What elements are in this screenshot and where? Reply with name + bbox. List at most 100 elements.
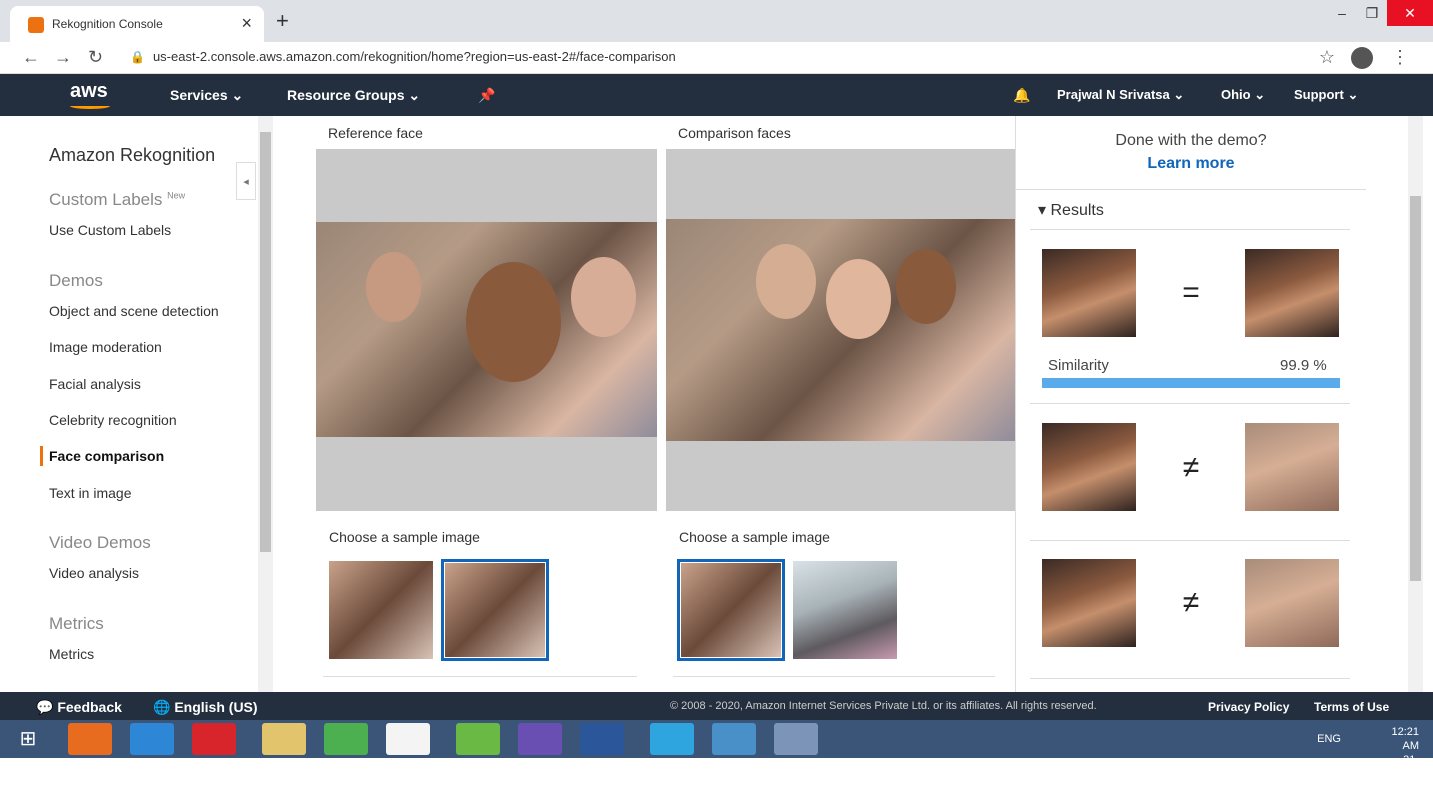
choose-sample-right-label: Choose a sample image — [679, 529, 830, 545]
comparison-faces-label: Comparison faces — [678, 125, 791, 141]
pin-icon[interactable]: 📌 — [478, 87, 495, 104]
result-reference-face — [1042, 249, 1136, 337]
similarity-value: 99.9 % — [1280, 357, 1327, 374]
comparison-image-panel[interactable] — [666, 149, 1015, 511]
result-nonmatch-face — [1245, 559, 1339, 647]
clock[interactable]: 12:21 AM 31-03-2020 — [1391, 725, 1419, 795]
bell-icon[interactable]: 🔔 — [1013, 87, 1030, 104]
utorrent-icon[interactable] — [456, 723, 500, 755]
restore-icon[interactable]: ❐ — [1357, 0, 1387, 26]
reference-photo — [316, 222, 657, 437]
reference-image-panel[interactable] — [316, 149, 657, 511]
resource-groups-menu[interactable]: Resource Groups ⌄ — [287, 87, 420, 104]
file-explorer-icon[interactable] — [262, 723, 306, 755]
sidebar-item-facial-analysis[interactable]: Facial analysis — [49, 376, 141, 392]
ie-icon[interactable] — [130, 723, 174, 755]
language-indicator[interactable]: ENG — [1317, 733, 1341, 745]
custom-labels-text: Custom Labels — [49, 190, 163, 209]
sidebar-item-face-comparison[interactable]: Face comparison — [49, 448, 164, 464]
windows-start-icon[interactable]: ⊞ — [6, 723, 50, 755]
bookmark-star-icon[interactable]: ☆ — [1319, 47, 1335, 68]
result-match-face — [1245, 249, 1339, 337]
results-pane: Done with the demo? Learn more ▾ Results… — [1015, 116, 1366, 692]
aws-top-nav: aws Services ⌄ Resource Groups ⌄ 📌 🔔 Pra… — [0, 74, 1433, 116]
main-scroll-thumb[interactable] — [1410, 196, 1421, 581]
main-scrollbar[interactable] — [1408, 116, 1423, 692]
sidebar-item-object-scene[interactable]: Object and scene detection — [49, 303, 219, 319]
support-label: Support — [1294, 87, 1344, 102]
sidebar-scroll-thumb[interactable] — [260, 132, 271, 552]
new-badge: New — [167, 190, 186, 201]
opera-icon[interactable] — [192, 723, 236, 755]
resource-groups-label: Resource Groups — [287, 87, 405, 103]
divider — [323, 676, 637, 677]
word-icon[interactable] — [580, 723, 624, 755]
learn-more-link[interactable]: Learn more — [1016, 155, 1366, 173]
sync-app-icon[interactable] — [712, 723, 756, 755]
browser-tab[interactable]: Rekognition Console × — [10, 6, 264, 42]
sample-image-ref-2[interactable] — [441, 559, 549, 661]
window-controls: – ❐ ✕ — [1327, 0, 1433, 30]
feedback-label: Feedback — [57, 699, 122, 715]
language-label: English (US) — [174, 699, 258, 715]
tab-title: Rekognition Console — [52, 17, 163, 31]
sidebar-item-use-custom-labels[interactable]: Use Custom Labels — [49, 222, 171, 238]
collapse-sidebar-button[interactable]: ◂ — [236, 162, 256, 200]
video-demos-heading: Video Demos — [49, 533, 151, 552]
region-menu[interactable]: Ohio ⌄ — [1221, 87, 1265, 103]
face-shape — [571, 257, 636, 337]
support-menu[interactable]: Support ⌄ — [1294, 87, 1358, 103]
language-selector[interactable]: 🌐 English (US) — [153, 699, 258, 716]
aws-logo[interactable]: aws — [70, 80, 110, 109]
sidebar-item-text-in-image[interactable]: Text in image — [49, 485, 131, 501]
profile-avatar[interactable] — [1351, 47, 1373, 69]
console-footer: 💬 Feedback 🌐 English (US) © 2008 - 2020,… — [0, 692, 1433, 720]
close-tab-icon[interactable]: × — [241, 13, 252, 34]
sidebar-item-image-moderation[interactable]: Image moderation — [49, 339, 162, 355]
privacy-policy-link[interactable]: Privacy Policy — [1208, 700, 1289, 714]
reload-icon[interactable]: ↻ — [88, 47, 103, 68]
sample-image-cmp-2[interactable] — [793, 561, 897, 659]
face-shape — [896, 249, 956, 324]
chrome-icon[interactable] — [324, 723, 368, 755]
results-toggle[interactable]: ▾ Results — [1038, 200, 1104, 220]
metrics-heading: Metrics — [49, 614, 104, 633]
divider — [1016, 189, 1366, 190]
sidebar-item-celebrity[interactable]: Celebrity recognition — [49, 412, 177, 428]
similarity-label: Similarity — [1048, 357, 1109, 374]
face-shape — [466, 262, 561, 382]
browser-menu-icon[interactable]: ⋮ — [1391, 47, 1409, 68]
region-label: Ohio — [1221, 87, 1251, 102]
url-text: us-east-2.console.aws.amazon.com/rekogni… — [152, 49, 676, 64]
not-equal-icon: ≠ — [1182, 451, 1200, 484]
terms-of-use-link[interactable]: Terms of Use — [1314, 700, 1389, 714]
divider — [1030, 540, 1350, 541]
choose-sample-left-label: Choose a sample image — [329, 529, 480, 545]
network-app-icon[interactable] — [774, 723, 818, 755]
demos-heading: Demos — [49, 271, 103, 290]
sample-image-ref-1[interactable] — [329, 561, 433, 659]
user-label: Prajwal N Srivatsa — [1057, 87, 1170, 102]
notepad-icon[interactable] — [386, 723, 430, 755]
minimize-icon[interactable]: – — [1327, 0, 1357, 26]
services-menu[interactable]: Services ⌄ — [170, 87, 243, 104]
globe-icon: 🌐 — [153, 699, 171, 715]
firefox-icon[interactable] — [68, 723, 112, 755]
close-window-icon[interactable]: ✕ — [1387, 0, 1433, 26]
copyright-text: © 2008 - 2020, Amazon Internet Services … — [670, 700, 1097, 712]
back-icon[interactable]: ← — [22, 47, 40, 68]
sidebar-scrollbar[interactable] — [258, 116, 273, 692]
url-field[interactable]: 🔒 us-east-2.console.aws.amazon.com/rekogn… — [130, 49, 676, 64]
new-tab-icon[interactable]: + — [276, 8, 289, 34]
sidebar-item-video-analysis[interactable]: Video analysis — [49, 565, 139, 581]
settings-app-icon[interactable] — [518, 723, 562, 755]
telegram-icon[interactable] — [650, 723, 694, 755]
comparison-photo — [666, 219, 1015, 441]
sidebar-item-metrics[interactable]: Metrics — [49, 646, 94, 662]
forward-icon[interactable]: → — [54, 47, 72, 68]
aws-smile-icon — [70, 103, 110, 109]
sample-image-cmp-1[interactable] — [677, 559, 785, 661]
caret-down-icon: ▾ — [1038, 202, 1047, 219]
user-menu[interactable]: Prajwal N Srivatsa ⌄ — [1057, 87, 1184, 103]
feedback-button[interactable]: 💬 Feedback — [36, 699, 122, 716]
